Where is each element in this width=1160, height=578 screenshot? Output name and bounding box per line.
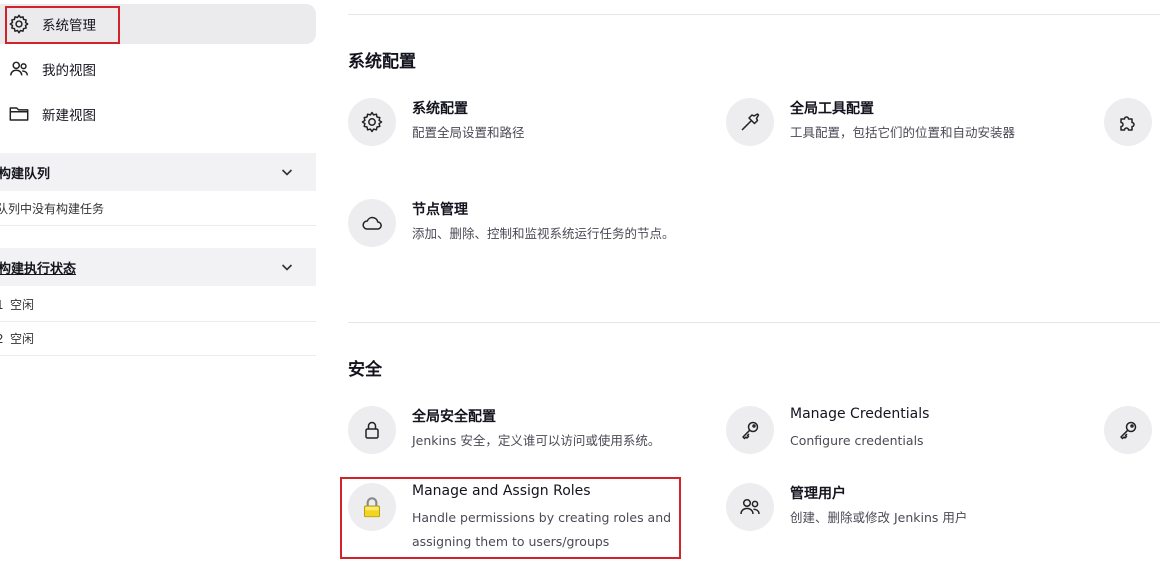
people-icon [8, 58, 30, 80]
executor-status-title[interactable]: 构建执行状态 [0, 258, 76, 277]
sidebar-item-my-views[interactable]: 我的视图 [0, 49, 316, 89]
card-title: 节点管理 [412, 202, 468, 218]
key-icon [1104, 406, 1152, 454]
executor-number: 2 [0, 332, 4, 346]
key-icon [726, 406, 774, 454]
card-global-security[interactable]: 全局安全配置 Jenkins 安全，定义谁可以访问或使用系统。 [348, 406, 688, 466]
hammer-icon [726, 98, 774, 146]
sidebar-item-label: 新建视图 [42, 108, 96, 124]
build-queue-title: 构建队列 [0, 166, 51, 182]
card-global-tool-config[interactable]: 全局工具配置 工具配置，包括它们的位置和自动安装器 [726, 98, 1126, 158]
card-description: 添加、删除、控制和监视系统运行任务的节点。 [412, 226, 675, 241]
cloud-icon [348, 199, 396, 247]
card-title: Manage Credentials [790, 406, 930, 422]
highlight-box [5, 6, 120, 44]
chevron-down-icon[interactable] [279, 259, 295, 275]
executor-number: 1 [0, 298, 4, 312]
card-plugins[interactable] [1104, 98, 1160, 158]
card-credential-providers[interactable] [1104, 406, 1160, 466]
executor-status: 空闲 [10, 298, 35, 312]
card-title: 管理用户 [790, 486, 846, 502]
puzzle-icon [1104, 98, 1152, 146]
card-description: 工具配置，包括它们的位置和自动安装器 [790, 125, 1016, 140]
section-title-system-config: 系统配置 [348, 52, 416, 72]
card-description: 创建、删除或修改 Jenkins 用户 [790, 510, 968, 525]
sidebar-item-label: 我的视图 [42, 63, 96, 79]
chevron-down-icon[interactable] [279, 164, 295, 180]
folder-icon [8, 103, 30, 125]
executor-status: 空闲 [10, 332, 35, 346]
divider [348, 14, 1160, 15]
section-title-security: 安全 [348, 360, 382, 380]
executor-status-header[interactable]: 构建执行状态 [0, 248, 316, 286]
card-node-management[interactable]: 节点管理 添加、删除、控制和监视系统运行任务的节点。 [348, 199, 688, 279]
card-description: Configure credentials [790, 433, 924, 448]
build-queue-header[interactable]: 构建队列 [0, 153, 316, 191]
lock-icon [348, 406, 396, 454]
card-manage-users[interactable]: 管理用户 创建、删除或修改 Jenkins 用户 [726, 483, 1066, 543]
highlight-box [340, 477, 681, 559]
card-description: Jenkins 安全，定义谁可以访问或使用系统。 [412, 433, 661, 448]
gear-icon [348, 98, 396, 146]
sidebar: 系统管理 我的视图 新建视图 构建队列 队列中没有构建任务 构建执行状态 空闲 … [0, 0, 316, 578]
users-icon [726, 483, 774, 531]
build-queue-empty-row: 队列中没有构建任务 [0, 192, 316, 226]
card-title: 全局工具配置 [790, 101, 874, 117]
card-system-config[interactable]: 系统配置 配置全局设置和路径 [348, 98, 688, 158]
card-title: 全局安全配置 [412, 409, 496, 425]
executor-row: 1 空闲 [0, 288, 316, 322]
divider [348, 322, 1160, 323]
card-description: 配置全局设置和路径 [412, 125, 525, 140]
card-manage-credentials[interactable]: Manage Credentials Configure credentials [726, 406, 1066, 466]
sidebar-item-new-view[interactable]: 新建视图 [0, 94, 316, 134]
card-title: 系统配置 [412, 101, 468, 117]
build-queue-empty-text: 队列中没有构建任务 [0, 202, 105, 216]
executor-row: 2 空闲 [0, 322, 316, 356]
